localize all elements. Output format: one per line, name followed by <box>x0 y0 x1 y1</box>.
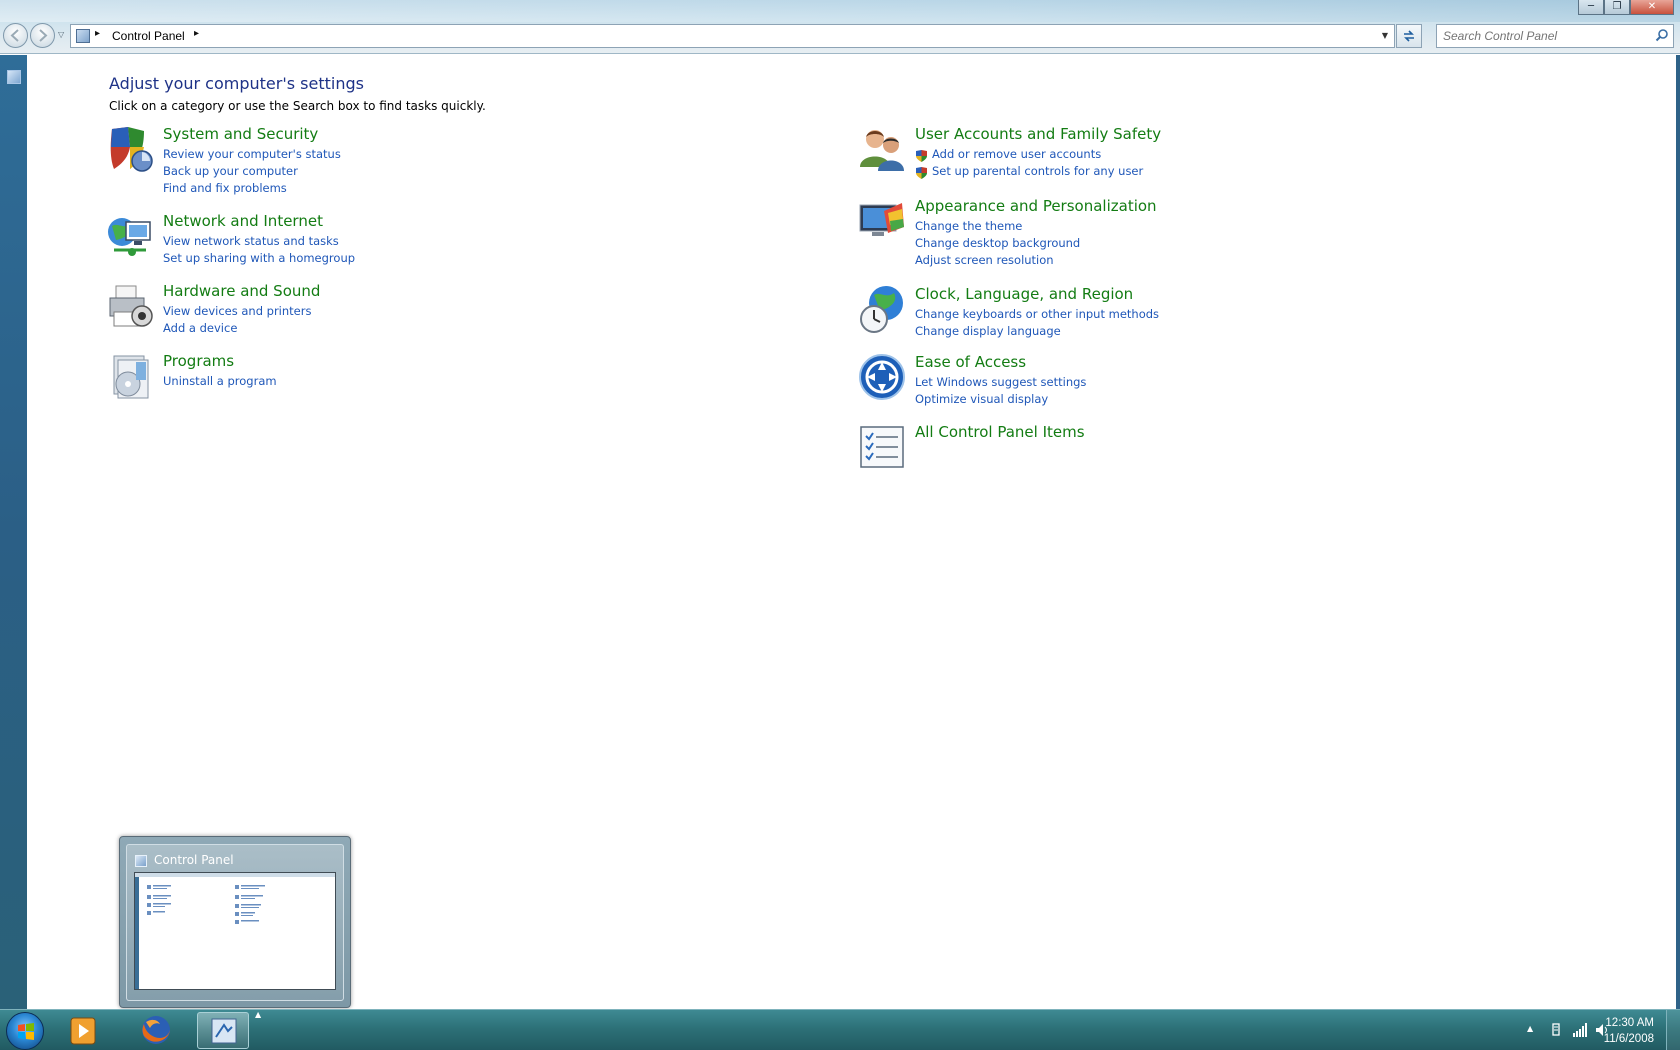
link-devices-printers[interactable]: View devices and printers <box>163 304 311 318</box>
address-history-dropdown[interactable]: ▼ <box>1376 25 1394 47</box>
link-desktop-background[interactable]: Change desktop background <box>915 236 1080 250</box>
windows-logo-icon <box>18 1023 34 1040</box>
refresh-button[interactable] <box>1396 24 1422 48</box>
forward-arrow-icon <box>39 29 48 42</box>
search-icon[interactable] <box>1655 28 1669 42</box>
link-review-status[interactable]: Review your computer's status <box>163 147 341 161</box>
forward-button[interactable] <box>30 23 55 48</box>
tray-expand-arrow[interactable]: ▲ <box>1527 1024 1533 1033</box>
link-find-fix-problems[interactable]: Find and fix problems <box>163 181 287 195</box>
printer-icon[interactable] <box>106 282 156 332</box>
taskbar: ▲ 12:30 AM 11/6/2008 <box>0 1009 1680 1050</box>
category-title-programs[interactable]: Programs <box>163 352 234 370</box>
ease-of-access-icon[interactable] <box>858 353 908 403</box>
link-keyboards-input[interactable]: Change keyboards or other input methods <box>915 307 1159 321</box>
globe-clock-icon[interactable] <box>858 285 908 335</box>
users-icon[interactable] <box>858 125 908 175</box>
category-title-user-accounts[interactable]: User Accounts and Family Safety <box>915 125 1161 143</box>
control-panel-icon <box>211 1018 237 1044</box>
security-shield-icon[interactable] <box>106 125 156 175</box>
show-desktop-button[interactable] <box>1666 1010 1680 1050</box>
link-suggest-settings[interactable]: Let Windows suggest settings <box>915 375 1086 389</box>
clock-date[interactable]: 11/6/2008 <box>1604 1033 1654 1045</box>
control-panel-icon <box>76 29 90 43</box>
network-globe-icon[interactable] <box>106 212 156 262</box>
category-title-all-items[interactable]: All Control Panel Items <box>915 423 1085 441</box>
link-display-language[interactable]: Change display language <box>915 324 1061 338</box>
maximize-button[interactable]: ❐ <box>1604 0 1630 15</box>
preview-pointer-arrow: ▲ <box>255 1010 262 1019</box>
network-signal-icon[interactable] <box>1572 1022 1588 1038</box>
link-change-theme[interactable]: Change the theme <box>915 219 1022 233</box>
window-miniature-icon <box>135 873 335 989</box>
notification-area: ▲ 12:30 AM 11/6/2008 <box>1500 1010 1680 1050</box>
control-panel-icon <box>135 855 147 867</box>
preview-thumbnail-image[interactable] <box>134 872 336 990</box>
page-title: Adjust your computer's settings <box>109 74 364 93</box>
programs-disc-icon[interactable] <box>106 352 156 402</box>
power-plug-icon[interactable] <box>1550 1022 1562 1038</box>
window-title-bar: ─ ❐ ✕ ▽ ▸ Control Panel ▸ ▼ <box>0 0 1680 54</box>
link-optimize-visual[interactable]: Optimize visual display <box>915 392 1048 406</box>
control-panel-icon <box>7 70 21 84</box>
search-input[interactable] <box>1437 25 1637 47</box>
category-title-hardware-sound[interactable]: Hardware and Sound <box>163 282 320 300</box>
back-button[interactable] <box>3 23 28 48</box>
link-screen-resolution[interactable]: Adjust screen resolution <box>915 253 1054 267</box>
recent-pages-dropdown[interactable]: ▽ <box>58 30 64 39</box>
preview-frame: Control Panel <box>126 844 344 1001</box>
search-box[interactable] <box>1436 24 1674 48</box>
admin-shield-icon <box>916 150 927 162</box>
category-title-clock-language[interactable]: Clock, Language, and Region <box>915 285 1133 303</box>
link-back-up-computer[interactable]: Back up your computer <box>163 164 298 178</box>
start-button[interactable] <box>6 1012 44 1050</box>
link-uninstall-program[interactable]: Uninstall a program <box>163 374 277 388</box>
page-subtitle: Click on a category or use the Search bo… <box>109 99 486 113</box>
breadcrumb-child-arrow[interactable]: ▸ <box>194 28 199 39</box>
preview-title: Control Panel <box>154 853 234 867</box>
category-title-network-internet[interactable]: Network and Internet <box>163 212 323 230</box>
breadcrumb-control-panel[interactable]: Control Panel <box>112 29 185 43</box>
admin-shield-icon <box>916 167 927 179</box>
breadcrumb-root-arrow[interactable]: ▸ <box>95 28 100 39</box>
right-desktop-strip <box>1676 55 1680 1009</box>
taskbar-firefox[interactable] <box>130 1012 182 1049</box>
minimize-button[interactable]: ─ <box>1578 0 1604 15</box>
link-add-device[interactable]: Add a device <box>163 321 237 335</box>
taskbar-control-panel[interactable] <box>197 1012 249 1049</box>
refresh-icon <box>1404 30 1414 42</box>
category-title-system-security[interactable]: System and Security <box>163 125 318 143</box>
checklist-icon[interactable] <box>858 423 908 473</box>
link-network-status[interactable]: View network status and tasks <box>163 234 339 248</box>
category-title-ease-of-access[interactable]: Ease of Access <box>915 353 1026 371</box>
left-desktop-strip <box>0 55 27 1009</box>
category-title-appearance[interactable]: Appearance and Personalization <box>915 197 1157 215</box>
media-player-icon <box>70 1017 96 1045</box>
link-parental-controls[interactable]: Set up parental controls for any user <box>932 164 1143 178</box>
link-homegroup-sharing[interactable]: Set up sharing with a homegroup <box>163 251 355 265</box>
taskbar-thumbnail-preview[interactable]: Control Panel <box>119 836 351 1008</box>
close-button[interactable]: ✕ <box>1630 0 1674 15</box>
clock-time[interactable]: 12:30 AM <box>1605 1017 1654 1029</box>
display-paint-icon[interactable] <box>858 197 908 247</box>
taskbar-media-player[interactable] <box>57 1012 109 1049</box>
address-bar[interactable]: ▸ Control Panel ▸ ▼ <box>70 24 1395 48</box>
firefox-icon <box>142 1016 170 1044</box>
back-arrow-icon <box>10 29 19 42</box>
link-add-remove-accounts[interactable]: Add or remove user accounts <box>932 147 1101 161</box>
window-controls: ─ ❐ ✕ <box>1578 0 1674 15</box>
